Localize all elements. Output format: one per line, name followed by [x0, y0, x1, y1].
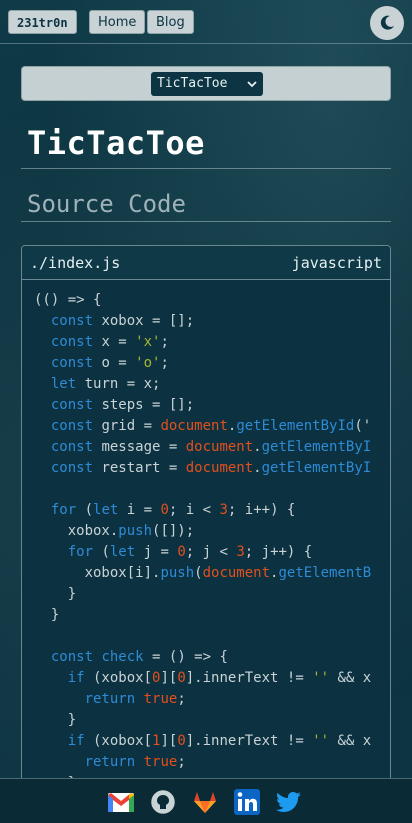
home-button[interactable]: Home	[89, 10, 146, 34]
project-selector-bar: TicTacToe	[21, 66, 391, 101]
code-body: (() => { const xobox = []; const x = 'x'…	[34, 290, 390, 784]
theme-toggle-button[interactable]	[370, 6, 404, 40]
code-line: return true;	[84, 754, 186, 770]
code-line: const steps = [];	[50, 397, 195, 413]
language-label: javascript	[291, 254, 382, 272]
file-path: ./index.js	[30, 254, 121, 272]
moon-icon	[380, 15, 394, 30]
code-line: let turn = x;	[50, 376, 161, 392]
linkedin-icon[interactable]	[232, 788, 262, 816]
gitlab-icon[interactable]	[190, 788, 220, 816]
code-line: }	[34, 712, 77, 728]
code-line: const x = 'x';	[50, 334, 169, 350]
code-line: return true;	[84, 691, 186, 707]
code-line: for (let j = 0; j < 3; j++) {	[67, 544, 313, 560]
code-line: const o = 'o';	[50, 355, 169, 371]
footer	[0, 778, 412, 823]
code-line: if (xobox[1][0].innerText != '' && x	[67, 733, 372, 749]
code-line: for (let i = 0; i < 3; i++) {	[50, 502, 296, 518]
code-line: }	[34, 586, 77, 602]
blog-button[interactable]: Blog	[147, 10, 194, 34]
code-line: const message = document.getElementByI	[50, 439, 372, 455]
github-icon[interactable]	[148, 788, 178, 816]
code-line: const xobox = [];	[50, 313, 195, 329]
code-line: const grid = document.getElementById('	[50, 418, 372, 434]
project-select[interactable]: TicTacToe	[151, 72, 263, 96]
code-line: (() => {	[34, 292, 102, 308]
chevron-down-icon	[247, 81, 257, 88]
code-line: const check = () => {	[50, 649, 228, 665]
twitter-icon[interactable]	[274, 788, 304, 816]
top-navbar: 231tr0n Home Blog	[0, 0, 412, 44]
code-viewer[interactable]: ./index.js javascript (() => { const xob…	[21, 245, 391, 785]
code-line: if (xobox[0][0].innerText != '' && x	[67, 670, 372, 686]
title-divider	[21, 168, 391, 169]
code-line: xobox[i].push(document.getElementB	[34, 565, 372, 581]
code-line: xobox.push([]);	[34, 523, 195, 539]
project-select-value: TicTacToe	[157, 76, 228, 91]
code-line: }	[34, 607, 60, 623]
page-title: TicTacToe	[27, 124, 205, 162]
code-header: ./index.js javascript	[22, 246, 390, 280]
gmail-icon[interactable]	[106, 788, 136, 816]
code-line: const restart = document.getElementByI	[50, 460, 372, 476]
section-title: Source Code	[27, 190, 186, 218]
brand-button[interactable]: 231tr0n	[8, 10, 77, 34]
section-divider	[21, 221, 391, 222]
